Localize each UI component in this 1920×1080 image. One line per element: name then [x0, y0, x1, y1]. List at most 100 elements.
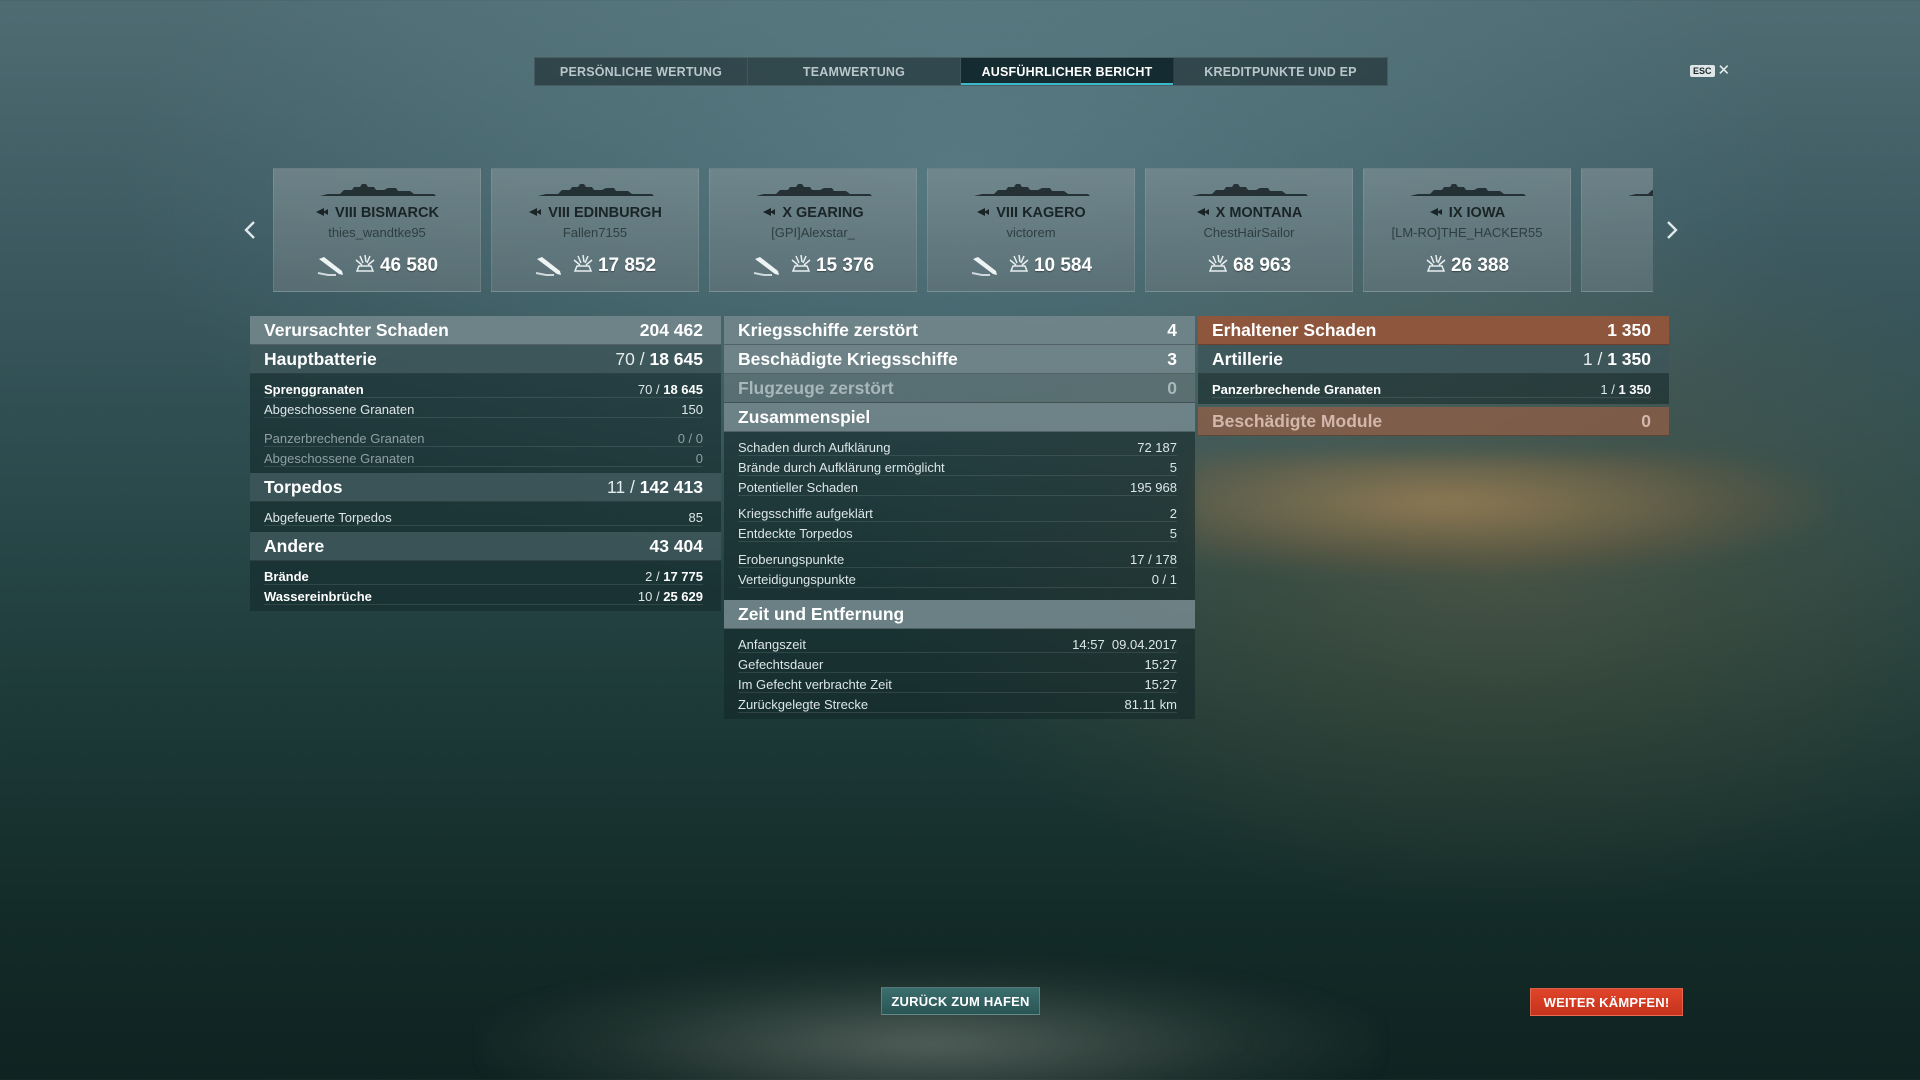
other-label: Andere	[264, 535, 325, 556]
destroyer-icon	[976, 207, 990, 220]
ships-damaged-header: Beschädigte Kriegsschiffe 3	[724, 345, 1195, 374]
ap-shells-row: Panzerbrechende Granaten 0 / 0	[264, 427, 703, 447]
artillery-header: Artillerie 1 / 1 350	[1198, 345, 1669, 374]
distance-row: Zurückgelegte Strecke 81.11 km	[738, 693, 1177, 713]
damage-icon	[1008, 253, 1030, 279]
ship-silhouette-icon	[536, 183, 656, 199]
ship-silhouette-icon	[972, 183, 1092, 199]
tab-bar: PERSÖNLICHE WERTUNG TEAMWERTUNG AUSFÜHRL…	[534, 57, 1388, 86]
ship-name: VIII EDINBURGH	[492, 205, 698, 221]
performance-panel: Kriegsschiffe zerstört 4 Beschädigte Krie…	[724, 316, 1195, 719]
main-battery-header: Hauptbatterie 70 / 18 645	[250, 345, 721, 374]
torpedo-icon	[316, 255, 346, 277]
ship-name: VIII BISMARCK	[274, 205, 480, 221]
ship-card[interactable]: IX IOWA [LM-RO]THE_HACKER55 26 388	[1363, 168, 1571, 292]
damage-icon	[572, 253, 594, 279]
spotting-damage-row: Schaden durch Aufklärung 72 187	[738, 436, 1177, 456]
damage-icon	[354, 253, 376, 279]
ship-card[interactable]: X MONTANA ChestHairSailor 68 963	[1145, 168, 1353, 292]
ship-stats: 68 963	[1146, 253, 1352, 279]
player-name: ChestHairSailor	[1203, 225, 1295, 240]
player-name: victorem	[1006, 225, 1056, 240]
torpedo-icon	[970, 255, 1000, 277]
damage-dealt-label: Verursachter Schaden	[264, 319, 449, 340]
ship-stats: 17 852	[492, 253, 698, 279]
ship-damage: 15 376	[790, 253, 874, 279]
ship-title: KAGERO	[1022, 205, 1086, 221]
flooding-row: Wassereinbrüche 10 / 25 629	[264, 585, 703, 605]
ships-destroyed-header: Kriegsschiffe zerstört 4	[724, 316, 1195, 345]
ship-title: IOWA	[1466, 205, 1506, 221]
ship-damage: 26 388	[1425, 253, 1509, 279]
ap-fired-row: Abgeschossene Granaten 0	[264, 447, 703, 467]
damage-received-panel: Erhaltener Schaden 1 350 Artillerie 1 / 1…	[1198, 316, 1669, 436]
ship-stats: 26 388	[1364, 253, 1570, 279]
return-to-port-button[interactable]: ZURÜCK ZUM HAFEN	[881, 987, 1040, 1015]
defense-points-row: Verteidigungspunkte 0 / 1	[738, 568, 1177, 588]
close-button[interactable]: ESC ✕	[1690, 63, 1730, 78]
ship-card[interactable]: VIII BISMARCK thies_wandtke95 46 580	[273, 168, 481, 292]
ship-tier: VIII	[996, 205, 1019, 221]
close-icon: ✕	[1717, 62, 1731, 79]
player-name: [LM-RO]THE_HACKER55	[1391, 225, 1543, 240]
torpedoes-spotted-row: Entdeckte Torpedos 5	[738, 522, 1177, 542]
ship-silhouette-icon	[1190, 183, 1310, 199]
spotting-fires-row: Brände durch Aufklärung ermöglicht 5	[738, 456, 1177, 476]
torpedoes-fired-row: Abgefeuerte Torpedos 85	[264, 506, 703, 526]
ship-card[interactable]: VIII EDINBURGH Fallen7155 17 852	[491, 168, 699, 292]
ship-title: BISMARCK	[360, 205, 439, 221]
other-value: 43 404	[649, 535, 703, 556]
main-battery-label: Hauptbatterie	[264, 348, 377, 369]
continue-fighting-button[interactable]: WEITER KÄMPFEN!	[1530, 988, 1683, 1016]
ships-spotted-row: Kriegsschiffe aufgeklärt 2	[738, 502, 1177, 522]
damage-icon	[790, 253, 812, 279]
tab-credits-xp[interactable]: KREDITPUNKTE UND EP	[1174, 58, 1387, 85]
damage-icon	[1207, 253, 1229, 279]
ship-tier: IX	[1448, 205, 1463, 221]
background-island	[1190, 455, 1830, 575]
background-ship	[480, 960, 1380, 1080]
player-name: [GPI]Alexstar_	[771, 225, 855, 240]
he-shells-row: Sprenggranaten 70 / 18 645	[264, 378, 703, 398]
torpedoes-header: Torpedos 11 / 142 413	[250, 473, 721, 502]
teamwork-header: Zusammenspiel	[724, 403, 1195, 432]
torpedoes-value: 11 / 142 413	[606, 476, 703, 497]
ship-name: X MONTANA	[1146, 205, 1352, 221]
damage-received-header: Erhaltener Schaden 1 350	[1198, 316, 1669, 345]
damage-icon	[1425, 253, 1447, 279]
battleship-icon	[1196, 207, 1210, 220]
planes-destroyed-header: Flugzeuge zerstört 0	[724, 374, 1195, 403]
ship-silhouette-icon	[754, 183, 874, 199]
torpedo-icon	[534, 255, 564, 277]
ship-damage: 68 963	[1207, 253, 1291, 279]
he-fired-row: Abgeschossene Granaten 150	[264, 398, 703, 418]
carousel-prev-button[interactable]	[240, 218, 260, 242]
cruiser-icon	[528, 207, 542, 220]
ship-silhouette-icon	[1626, 183, 1653, 199]
battleship-icon	[315, 207, 329, 220]
esc-key-label: ESC	[1690, 64, 1715, 77]
tab-personal-score[interactable]: PERSÖNLICHE WERTUNG	[535, 58, 748, 85]
ship-card[interactable]: VIII KAGERO victorem 10 584	[927, 168, 1135, 292]
carousel-next-button[interactable]	[1662, 218, 1682, 242]
damaged-modules-header: Beschädigte Module 0	[1198, 407, 1669, 436]
chevron-left-icon	[244, 221, 255, 239]
tab-team-score[interactable]: TEAMWERTUNG	[748, 58, 961, 85]
fires-row: Brände 2 / 17 775	[264, 565, 703, 585]
ship-title: MONTANA	[1229, 205, 1303, 221]
start-time-row: Anfangszeit 14:57 09.04.2017	[738, 633, 1177, 653]
player-name: Fallen7155	[562, 225, 628, 240]
ship-name: IX IOWA	[1364, 205, 1570, 221]
other-details: Brände 2 / 17 775 Wassereinbrüche 10 / 2…	[250, 561, 721, 611]
ship-damage: 46 580	[354, 253, 438, 279]
main-battery-details: Sprenggranaten 70 / 18 645 Abgeschossene…	[250, 374, 721, 473]
ship-card[interactable]: X	[1581, 168, 1653, 292]
ship-name: X GEARING	[710, 205, 916, 221]
time-distance-header: Zeit und Entfernung	[724, 600, 1195, 629]
ship-carousel: VIII BISMARCK thies_wandtke95 46 580 VIII E…	[273, 168, 1653, 292]
ship-card[interactable]: X GEARING [GPI]Alexstar_ 15 376	[709, 168, 917, 292]
ship-stats	[1582, 253, 1653, 279]
ship-title: EDINBURGH	[573, 205, 662, 221]
tab-detailed-report[interactable]: AUSFÜHRLICHER BERICHT	[961, 58, 1174, 85]
teamwork-details: Schaden durch Aufklärung 72 187 Brände du…	[724, 432, 1195, 594]
